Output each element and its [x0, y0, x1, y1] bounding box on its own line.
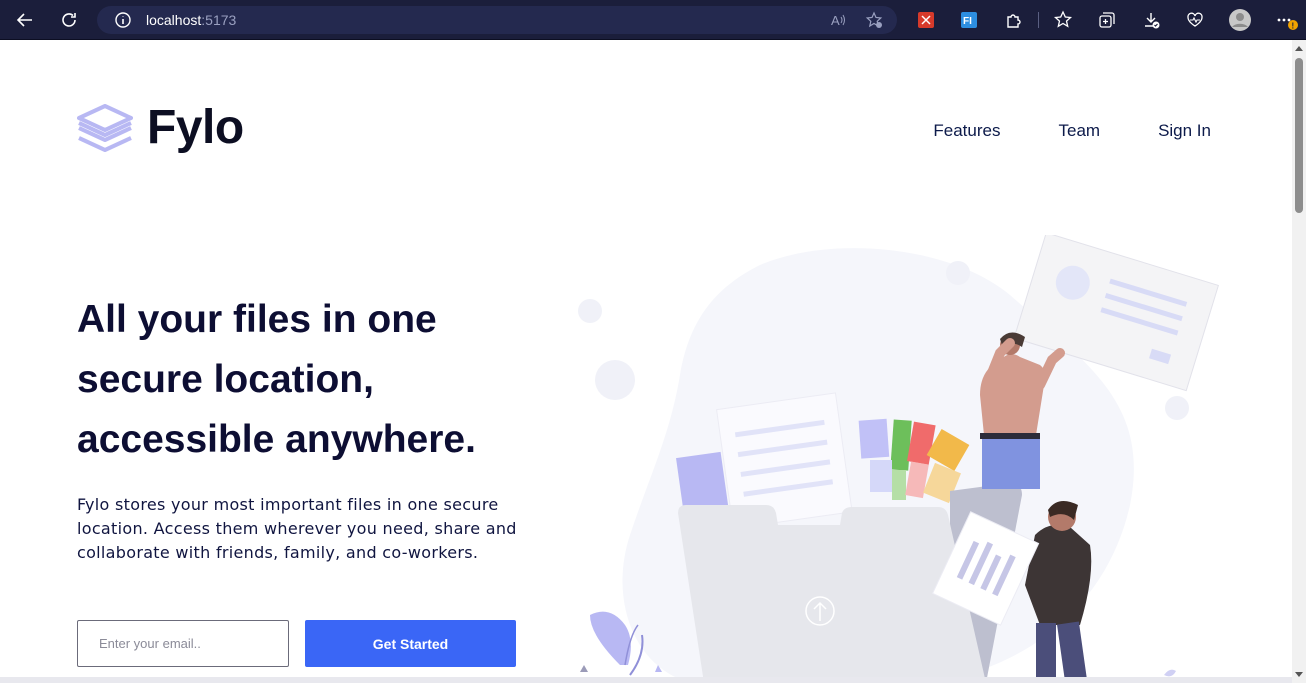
add-favorite-icon[interactable]: [862, 8, 886, 32]
hero-illustration: [578, 235, 1220, 683]
extension-fi-icon[interactable]: FI: [957, 8, 981, 32]
nav-link-sign-in[interactable]: Sign In: [1158, 121, 1211, 141]
brand-name: Fylo: [147, 101, 244, 154]
logo-layers-icon: [77, 104, 133, 152]
more-menu-icon[interactable]: !: [1274, 8, 1298, 32]
url-text: localhost:5173: [146, 12, 236, 28]
scroll-up-arrow-icon[interactable]: [1295, 46, 1303, 51]
scroll-down-arrow-icon[interactable]: [1295, 672, 1303, 677]
leaf-decoration: [1164, 669, 1176, 677]
browser-toolbar: localhost:5173 A FI !: [0, 0, 1306, 40]
scrollbar-thumb[interactable]: [1295, 58, 1303, 213]
performance-heart-icon[interactable]: [1183, 8, 1207, 32]
notification-badge: !: [1292, 22, 1295, 31]
email-input[interactable]: [77, 620, 289, 667]
brand-logo[interactable]: Fylo: [77, 104, 244, 152]
deco-circle: [578, 299, 602, 323]
hero-title: All your files in one secure location, a…: [77, 298, 476, 461]
info-icon[interactable]: [111, 8, 135, 32]
extensions-puzzle-icon[interactable]: [1002, 8, 1026, 32]
hero-description: Fylo stores your most important files in…: [77, 495, 517, 562]
back-arrow-icon[interactable]: [13, 8, 37, 32]
page-scrollbar[interactable]: [1292, 40, 1306, 683]
main-nav: Features Team Sign In: [933, 121, 1211, 141]
get-started-button[interactable]: Get Started: [305, 620, 516, 667]
refresh-icon[interactable]: [57, 8, 81, 32]
deco-circle: [1165, 396, 1189, 420]
page-viewport: Fylo Features Team Sign In All your file…: [0, 40, 1292, 683]
collections-icon[interactable]: [1095, 8, 1119, 32]
deco-circle: [946, 261, 970, 285]
downloads-icon[interactable]: [1139, 8, 1163, 32]
svg-text:A: A: [831, 13, 840, 28]
editor-status-strip: [0, 677, 1292, 683]
extension-red-icon[interactable]: [914, 8, 938, 32]
read-aloud-icon[interactable]: A: [826, 8, 850, 32]
profile-avatar-icon[interactable]: [1228, 8, 1252, 32]
svg-text:FI: FI: [963, 16, 972, 27]
toolbar-separator: [1038, 12, 1039, 28]
nav-link-features[interactable]: Features: [933, 121, 1000, 141]
address-bar[interactable]: localhost:5173 A: [97, 6, 897, 34]
favorites-icon[interactable]: [1051, 8, 1075, 32]
deco-circle: [595, 360, 635, 400]
nav-link-team[interactable]: Team: [1058, 121, 1100, 141]
url-port: :5173: [201, 12, 237, 28]
url-host: localhost: [146, 12, 202, 28]
